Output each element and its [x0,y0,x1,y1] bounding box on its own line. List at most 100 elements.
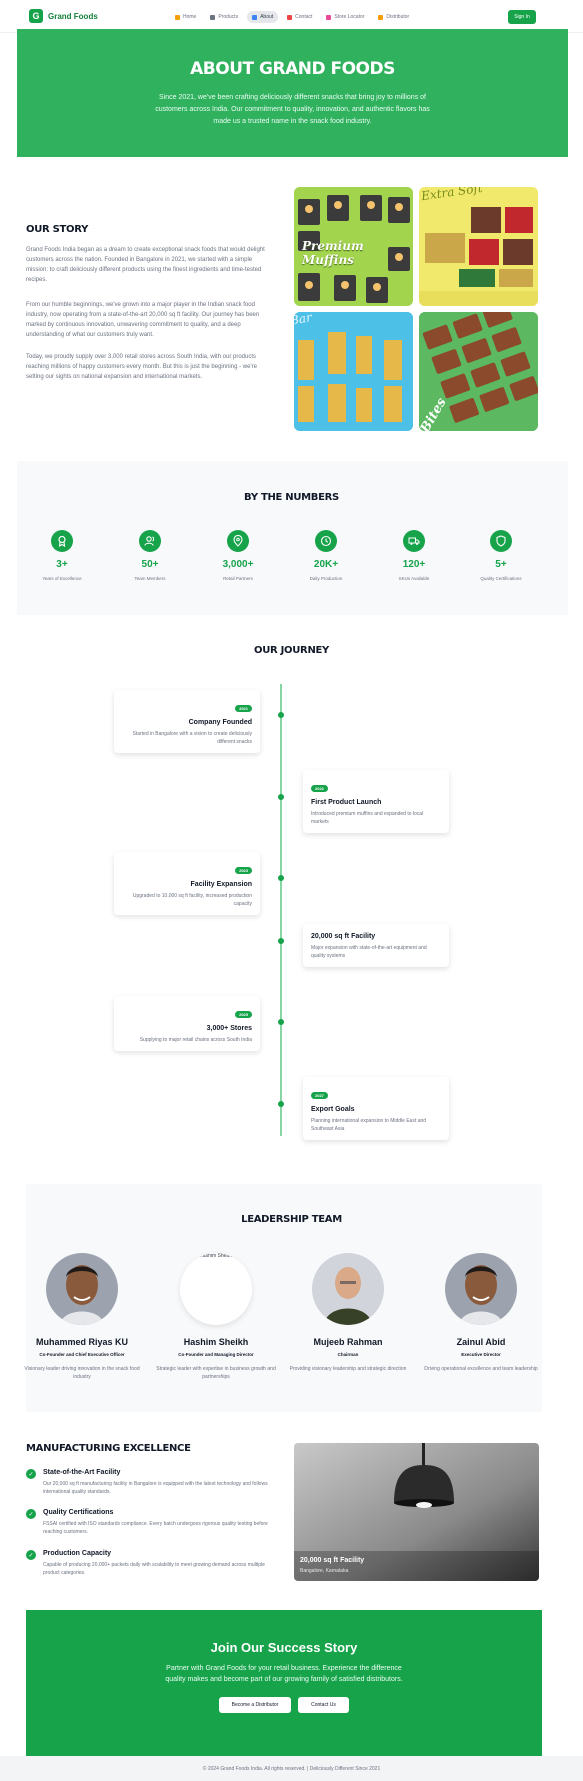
nav-products-label: Products [218,14,239,20]
journey-title: OUR JOURNEY [254,645,329,656]
stat-value: 120+ [402,559,426,570]
year-badge: 2027 [311,1092,328,1099]
timeline-desc: Introduced premium muffins and expanded … [311,811,424,825]
nav-store-label: Store Locator [334,14,365,20]
home-icon [175,14,180,20]
signin-button[interactable]: Sign In [508,10,536,24]
stat-label: Daily Production [309,576,343,581]
contact-us-button[interactable]: Contact Us [298,1697,349,1713]
year-badge: 2021 [235,705,252,712]
footer: © 2024 Grand Foods India. All rights res… [0,1756,583,1781]
stat-retail: 3,000+ Retail Partners [203,530,273,581]
leader-role: Executive Director [461,1352,501,1357]
cta-text: Partner with Grand Foods for your retail… [165,1665,403,1683]
stat-label: Years of Excellence [42,576,82,581]
leader-card: ..ashim Shea.. Hashim Sheikh Co-Founder … [156,1253,276,1381]
mfg-item-title: Production Capacity [43,1550,112,1557]
story-paragraph-3: Today, we proudly supply over 3,000 reta… [26,354,257,380]
avatar [445,1253,517,1325]
box-icon [210,14,216,20]
mfg-item: ✓ State-of-the-Art Facility Our 20,000 s… [26,1469,271,1496]
timeline-dot [278,938,284,944]
nav-distributor[interactable]: Distributor [373,11,414,23]
photo-extra-soft: Extra Soft [419,187,538,306]
nav-store-locator[interactable]: Store Locator [321,11,369,23]
timeline-card: 2027 Export Goals Planning international… [303,1077,449,1140]
mfg-item-title: Quality Certifications [43,1509,114,1516]
leader-name: Zainul Abid [456,1337,506,1347]
stat-production: 20K+ Daily Production [291,530,361,581]
brand-logo[interactable]: G Grand Foods [29,9,98,23]
check-icon: ✓ [26,1550,36,1560]
timeline-dot [278,712,284,718]
cta-buttons: Become a Distributor Contact Us [26,1697,542,1713]
timeline-line [280,684,282,1136]
timeline-title: 20,000 sq ft Facility [311,933,376,940]
cta-section: Join Our Success Story Partner with Gran… [26,1610,542,1756]
leader-desc: Driving operational excellence and team … [424,1366,538,1372]
leader-role: Co-Founder and Managing Director [178,1352,254,1357]
mfg-item-title: State-of-the-Art Facility [43,1469,121,1476]
timeline-dot [278,1101,284,1107]
nav-home[interactable]: Home [170,11,201,23]
stat-label: SKUs Available [398,576,430,581]
timeline-desc: Started in Bangalore with a vision to cr… [132,731,252,745]
hero-title: ABOUT GRAND FOODS [190,59,395,79]
year-badge: 2023 [235,867,252,874]
stat-skus: 120+ SKUs Available [379,530,449,581]
story-paragraph-1: Grand Foods India began as a dream to cr… [26,247,265,283]
truck-icon [378,14,384,20]
mfg-item-desc: Capable of producing 20,000+ packets dai… [43,1562,265,1576]
extra-soft-product-image [419,187,538,306]
avatar [312,1253,384,1325]
stat-label: Retail Partners [223,576,253,581]
timeline-dot [278,794,284,800]
timeline-title: Export Goals [311,1106,355,1113]
leader-desc: Providing visionary leadership and strat… [289,1366,407,1372]
become-distributor-button[interactable]: Become a Distributor [219,1697,291,1713]
timeline-title: Company Founded [188,719,252,726]
facility-location: Bangalore, Karnataka [300,1568,349,1574]
map-pin-icon [326,14,332,20]
stat-label: Team Members [134,576,166,581]
check-icon: ✓ [26,1509,36,1519]
timeline-card: 20,000 sq ft Facility Major expansion wi… [303,924,449,967]
stat-value: 3,000+ [222,559,254,570]
map-pin-icon [227,530,249,552]
stat-label: Quality Certifications [480,576,522,581]
clock-icon [315,530,337,552]
brand-name: Grand Foods [48,11,98,21]
nav-distributor-label: Distributor [386,14,410,20]
story-paragraph-2: From our humble beginnings, we've grown … [26,302,260,338]
year-badge: 2025 [235,1011,252,1018]
photo-premium-muffins: Premium Muffins [294,187,413,306]
leader-card: Mujeeb Rahman Chairman Providing visiona… [288,1253,408,1373]
stat-value: 3+ [56,559,68,570]
timeline-dot [278,875,284,881]
leadership-title: LEADERSHIP TEAM [241,1214,342,1225]
leader-name: Muhammed Riyas KU [35,1337,129,1347]
bar-product-image [294,312,413,431]
nav-home-label: Home [183,14,197,20]
timeline-desc: Upgraded to 10,000 sq ft facility, incre… [132,893,252,907]
stat-team: 50+ Team Members [115,530,185,581]
timeline-title: First Product Launch [311,799,382,806]
nav-products[interactable]: Products [205,11,243,23]
timeline-card: 2022 First Product Launch Introduced pre… [303,770,449,833]
nav-about[interactable]: About [247,11,279,23]
timeline-desc: Major expansion with state-of-the-art eq… [311,945,427,959]
truck-icon [403,530,425,552]
manufacturing-title: MANUFACTURING EXCELLENCE [26,1443,191,1454]
mfg-item-desc: FSSAI certified with ISO standards compl… [43,1521,268,1535]
mfg-item-desc: Our 20,000 sq ft manufacturing facility … [43,1481,268,1495]
timeline-card: 2021 Company Founded Started in Bangalor… [114,690,260,753]
cta-title: Join Our Success Story [210,1640,358,1655]
leader-name: Mujeeb Rahman [313,1337,383,1347]
timeline-card: 2023 Facility Expansion Upgraded to 10,0… [114,852,260,915]
info-icon [252,14,258,20]
award-icon [51,530,73,552]
leader-desc: Visionary leader driving innovation in t… [24,1366,140,1380]
nav-contact[interactable]: Contact [282,11,317,23]
stat-value: 50+ [141,559,159,570]
leader-role: Chairman [337,1352,359,1357]
